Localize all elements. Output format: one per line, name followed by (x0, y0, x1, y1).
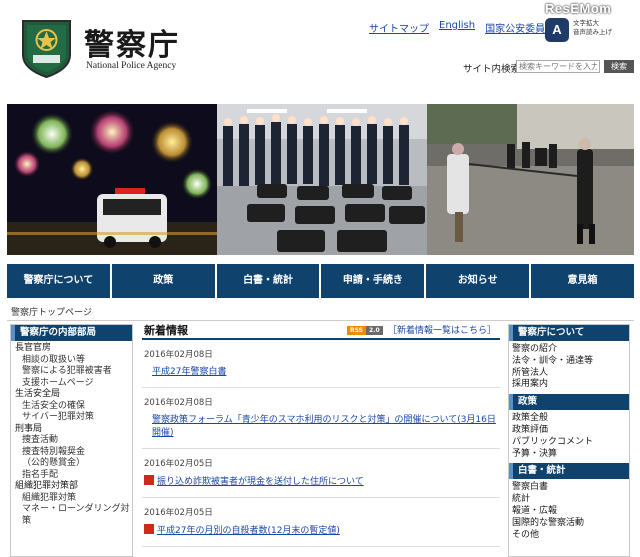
nav-notices[interactable]: お知らせ (426, 264, 532, 298)
breadcrumb[interactable]: 警察庁トップページ (11, 305, 92, 318)
left-sidebar-item[interactable]: 組織犯罪対策部 (15, 481, 132, 493)
news-title-link[interactable]: 振り込め詐欺被害者が現金を送付した住所について (144, 475, 500, 497)
nav-white-paper-statistics[interactable]: 白書・統計 (217, 264, 322, 298)
news-heading-text: 新着情報 (144, 324, 188, 337)
left-sidebar-list: 長官官房 相談の取扱い等 警察による犯罪被害者 支援ホームページ 生活安全局 生活安全の確… (11, 341, 132, 527)
new-flag-icon (144, 475, 154, 485)
news-title-text: 振り込め詐欺被害者が現金を送付した住所について (157, 477, 364, 487)
left-sidebar-subitem[interactable]: 捜査活動 (15, 435, 132, 447)
right-sidebar-heading: 警察庁について (509, 325, 629, 341)
right-sidebar-item[interactable]: 政策全般 (512, 413, 629, 425)
left-sidebar-item[interactable]: 刑事局 (15, 424, 132, 436)
news-list-link[interactable]: ［新着情報一覧はこちら］ (388, 322, 496, 340)
left-sidebar-subitem[interactable]: マネー・ローンダリング対策 (15, 504, 132, 527)
left-sidebar-subitem[interactable]: 指名手配 (15, 470, 132, 482)
left-sidebar-subitem[interactable]: サイバー犯罪対策 (15, 412, 132, 424)
watermark-text: ResEMom (545, 1, 612, 16)
right-sidebar-item[interactable]: 所管法人 (512, 368, 629, 380)
left-sidebar-item[interactable]: 長官官房 (15, 343, 132, 355)
left-sidebar: 警察庁の内部部局 長官官房 相談の取扱い等 警察による犯罪被害者 支援ホームページ 生活… (10, 324, 133, 557)
news-date: 2016年02月08日 (144, 398, 213, 408)
training-drill-photo (427, 104, 634, 255)
left-sidebar-subitem[interactable]: 組織犯罪対策 (15, 493, 132, 505)
rss-badge[interactable]: RSS 2.0 (347, 326, 383, 335)
right-sidebar-item[interactable]: 警察白書 (512, 482, 629, 494)
news-title-text: 平成27年警察白書 (152, 367, 227, 377)
nav-about[interactable]: 警察庁について (7, 264, 112, 298)
news-section: 新着情報 RSS 2.0 ［新着情報一覧はこちら］ 2016年02月08日平成2… (142, 322, 500, 557)
news-title-text: 警察政策フォーラム「青少年のスマホ利用のリスクと対策」の開催について(3月16日… (152, 415, 496, 438)
left-sidebar-subitem[interactable]: 警察による犯罪被害者 (15, 366, 132, 378)
left-sidebar-subitem[interactable]: 支援ホームページ (15, 378, 132, 390)
right-sidebar-heading: 白書・統計 (509, 463, 629, 480)
hero-photo-strip (7, 104, 634, 255)
nav-applications[interactable]: 申請・手続き (321, 264, 427, 298)
news-heading: 新着情報 RSS 2.0 ［新着情報一覧はこちら］ (142, 322, 500, 340)
news-date: 2016年02月05日 (144, 459, 213, 469)
officers-equipment-photo (217, 104, 427, 255)
right-sidebar-item[interactable]: パブリックコメント (512, 437, 629, 449)
news-item: 2016年02月08日平成27年警察白書 (142, 340, 500, 388)
agency-name-japanese: 警察庁 (84, 28, 180, 63)
left-sidebar-subitem[interactable]: 相談の取扱い等 (15, 355, 132, 367)
agency-name-english: National Police Agency (86, 61, 177, 71)
rss-label: RSS (347, 326, 366, 335)
news-date: 2016年02月08日 (144, 350, 213, 360)
news-item: 2016年02月08日警察政策フォーラム「青少年のスマホ利用のリスクと対策」の開… (142, 388, 500, 449)
right-sidebar-list: 政策全般 政策評価 パブリックコメント 予算・決算 (509, 410, 629, 463)
left-sidebar-heading: 警察庁の内部部局 (11, 325, 132, 341)
nav-policy[interactable]: 政策 (112, 264, 217, 298)
right-sidebar-item[interactable]: 報道・広報 (512, 506, 629, 518)
left-sidebar-subitem[interactable]: 捜査特別報奨金 (15, 447, 132, 459)
news-list: 2016年02月08日 平成27年警察白書 2016年02月08日 警察政策フォーラム… (142, 340, 500, 547)
right-sidebar: 警察庁について 警察の紹介 法令・訓令・通達等 所管法人 採用案内 政策 政策全般 政策評価パ… (508, 324, 630, 557)
fireworks-patrol-car-photo (7, 104, 217, 255)
global-nav: 警察庁について 政策 白書・統計 申請・手続き お知らせ 意見箱 (7, 264, 634, 298)
site-search-button[interactable]: 検索 (604, 60, 634, 73)
sitemap-link[interactable]: サイトマップ (369, 20, 429, 35)
left-sidebar-subitem[interactable]: （公的懸賞金） (15, 458, 132, 470)
right-sidebar-list: 警察白書 統計 報道・広報 国際的な警察活動 その他 (509, 479, 629, 544)
news-title-link[interactable]: 平成27年警察白書 (144, 366, 500, 387)
english-link[interactable]: English (439, 20, 475, 35)
news-title-link[interactable]: 平成27年の月別の自殺者数(12月末の暫定値) (144, 524, 500, 546)
right-sidebar-item[interactable]: 法令・訓令・通達等 (512, 356, 629, 368)
right-sidebar-item[interactable]: 予算・決算 (512, 449, 629, 461)
nav-opinion-box[interactable]: 意見箱 (531, 264, 634, 298)
new-flag-icon (144, 524, 154, 534)
police-emblem-logo[interactable] (19, 17, 74, 79)
accessibility-icon[interactable]: A (545, 18, 569, 42)
site-search-label: サイト内検索 (463, 64, 521, 75)
text-enlarge-label: 文字拡大 (573, 19, 599, 27)
site-search-input[interactable] (516, 60, 600, 73)
left-sidebar-subitem[interactable]: 生活安全の確保 (15, 401, 132, 413)
news-item: 2016年02月05日平成27年の月別の自殺者数(12月末の暫定値) (142, 498, 500, 547)
divider (7, 320, 634, 321)
header-links: サイトマップ English 国家公安委員会 (369, 20, 555, 35)
right-sidebar-item[interactable]: 警察の紹介 (512, 344, 629, 356)
news-item: 2016年02月05日振り込め詐欺被害者が現金を送付した住所について (142, 449, 500, 498)
news-title-link[interactable]: 警察政策フォーラム「青少年のスマホ利用のリスクと対策」の開催について(3月16日… (144, 414, 500, 448)
right-sidebar-item[interactable]: 国際的な警察活動 (512, 518, 629, 530)
right-sidebar-item[interactable]: 政策評価 (512, 425, 629, 437)
right-sidebar-item[interactable]: 統計 (512, 494, 629, 506)
speech-readout-label: 音声読み上げ (573, 28, 612, 36)
news-title-text: 平成27年の月別の自殺者数(12月末の暫定値) (157, 526, 340, 536)
news-date: 2016年02月05日 (144, 508, 213, 518)
right-sidebar-heading: 政策 (509, 394, 629, 411)
accessibility-label[interactable]: 文字拡大 音声読み上げ (573, 19, 612, 37)
left-sidebar-item[interactable]: 生活安全局 (15, 389, 132, 401)
rss-version: 2.0 (366, 326, 383, 335)
right-sidebar-item[interactable]: その他 (512, 530, 629, 542)
right-sidebar-list: 警察の紹介 法令・訓令・通達等 所管法人 採用案内 (509, 341, 629, 394)
right-sidebar-item[interactable]: 採用案内 (512, 379, 629, 391)
